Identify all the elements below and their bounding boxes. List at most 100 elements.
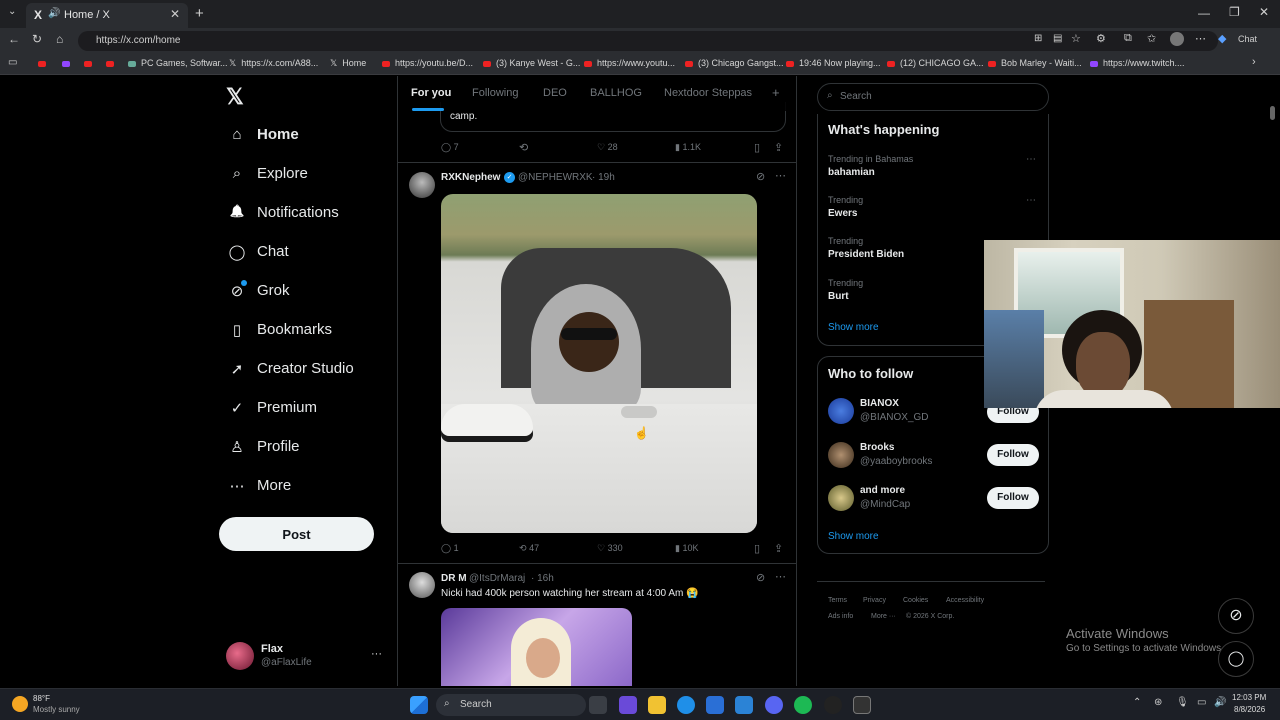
profile-avatar-icon[interactable] [1170,32,1184,46]
grok-explain-icon[interactable]: ⊘ [756,170,765,183]
tab-ballhog[interactable]: BALLHOG [590,87,642,99]
footer-ads-info-link[interactable]: Ads info [828,613,853,620]
favorites-icon[interactable]: ✩ [1147,32,1156,45]
chat-label[interactable]: Chat [1238,34,1257,44]
bookmark-item[interactable]: https://www.youtu... [584,58,675,68]
post-author-name[interactable]: DR M [441,573,467,584]
repost-icon[interactable]: ⟲ [519,141,528,154]
grok-float-icon[interactable]: ⊘ [1218,598,1254,634]
account-switcher[interactable]: Flax @aFlaxLife ··· [226,640,396,672]
tab-deo[interactable]: DEO [543,87,567,99]
tab-close-icon[interactable]: ✕ [170,7,180,21]
x-logo-icon[interactable]: 𝕏 [226,84,244,110]
trend-name[interactable]: President Biden [828,249,904,260]
bookmark-item[interactable]: (3) Kanye West - G... [483,58,580,68]
favorite-star-icon[interactable]: ☆ [1071,32,1081,45]
bookmark-item[interactable]: https://www.twitch.... [1090,58,1185,68]
add-tab-plus-icon[interactable]: + [772,85,780,100]
follow-suggestion-name[interactable]: Brooks [860,442,894,453]
new-tab-plus-icon[interactable]: + [195,5,204,22]
weather-sun-icon[interactable] [12,696,28,712]
bookmark-item[interactable]: 19:46 Now playing... [786,58,881,68]
footer-privacy-link[interactable]: Privacy [863,597,886,604]
mail-icon[interactable] [735,696,753,714]
bookmarks-more-chevron-icon[interactable]: › [1252,56,1256,68]
bookmark-item[interactable]: (3) Chicago Gangst... [685,58,784,68]
post-author-name[interactable]: RXKNephew [441,172,500,183]
bookmark-youtube-3[interactable] [106,58,119,68]
repost-button[interactable]: ⟲ 47 [519,543,539,554]
app-available-icon[interactable]: ⊞ [1034,33,1042,44]
maximize-icon[interactable]: ❐ [1229,5,1240,19]
show-more-follow-link[interactable]: Show more [828,531,879,542]
url-input[interactable]: https://x.com/home [78,31,1218,51]
bookmark-icon[interactable]: ▯ [754,141,760,154]
store-icon[interactable] [706,696,724,714]
bookmark-item[interactable]: PC Games, Softwar... [128,58,228,68]
footer-more-link[interactable]: More ··· [871,613,896,620]
reply-button[interactable]: ◯ 1 [441,543,459,554]
taskbar-date[interactable]: 8/8/2026 [1234,705,1265,714]
grok-explain-icon[interactable]: ⊘ [756,571,765,584]
tray-chevron-icon[interactable]: ⌃ [1133,697,1141,708]
taskbar-search-input[interactable]: ⌕ Search [436,694,586,716]
bookmark-icon[interactable]: ▯ [754,542,760,555]
epic-games-icon[interactable] [853,696,871,714]
account-more-icon[interactable]: ··· [371,648,382,660]
share-icon[interactable]: ⇪ [774,542,783,555]
trend-name[interactable]: bahamian [828,167,875,178]
show-more-trends-link[interactable]: Show more [828,322,879,333]
avatar[interactable] [828,485,854,511]
back-arrow-icon[interactable]: ← [8,32,20,46]
copilot-icon[interactable]: ◆ [1218,32,1226,45]
bookmark-item[interactable]: Bob Marley - Waiti... [988,58,1082,68]
microphone-icon[interactable]: 🎙 [1176,697,1189,708]
minimize-icon[interactable]: — [1198,6,1210,20]
post-author-handle[interactable]: @ItsDrMaraj [469,573,525,584]
extensions-icon[interactable]: ⚙ [1096,32,1106,45]
post-button[interactable]: Post [219,517,374,551]
follow-suggestion-name[interactable]: and more [860,485,905,496]
tab-for-you[interactable]: For you [411,87,451,99]
network-icon[interactable]: ▭ [1197,697,1206,708]
tray-app-icon[interactable]: ⊛ [1154,697,1162,708]
avatar[interactable] [828,398,854,424]
tab-nextdoor-steppas[interactable]: Nextdoor Steppas [664,87,752,99]
bookmark-item[interactable]: 𝕏https://x.com/A88... [229,58,318,69]
tab-following[interactable]: Following [472,87,518,99]
reply-button[interactable]: ◯ 7 [441,142,459,153]
post-image-media[interactable] [441,608,632,686]
task-view-icon[interactable] [589,696,607,714]
bookmark-item[interactable]: https://youtu.be/D... [382,58,473,68]
tab-actions-chevron-icon[interactable]: ⌄ [8,6,16,17]
speaker-icon[interactable]: 🔊 [48,8,60,19]
spotify-icon[interactable] [794,696,812,714]
reader-icon[interactable]: ▤ [1053,33,1062,44]
post-author-handle[interactable]: @NEPHEWRXK [518,172,593,183]
post-more-icon[interactable]: ⋯ [775,570,786,583]
follow-button[interactable]: Follow [987,487,1039,509]
avatar[interactable] [828,442,854,468]
windows-start-icon[interactable] [410,696,428,714]
bookmark-item[interactable]: (12) CHICAGO GA... [887,58,984,68]
bookmark-item[interactable]: 𝕏 Home [330,58,366,69]
bookmark-youtube-1[interactable] [38,58,51,68]
views-button[interactable]: ▮ 10K [675,543,698,554]
trend-more-icon[interactable]: ⋯ [1026,195,1036,206]
avatar[interactable] [409,172,435,198]
footer-accessibility-link[interactable]: Accessibility [946,597,984,604]
search-input[interactable]: ⌕ Search [817,83,1049,111]
like-button[interactable]: ♡ 28 [597,142,618,153]
bookmark-youtube-2[interactable] [84,58,97,68]
follow-button[interactable]: Follow [987,444,1039,466]
bookmark-twitch[interactable] [62,58,75,68]
refresh-icon[interactable]: ↻ [32,32,42,46]
weather-temperature[interactable]: 88°F [33,694,50,703]
edge-browser-icon[interactable] [677,696,695,714]
page-scrollbar-thumb[interactable] [1270,106,1275,120]
home-icon[interactable]: ⌂ [56,32,63,46]
share-icon[interactable]: ⇪ [774,141,783,154]
avatar[interactable] [409,572,435,598]
discord-icon[interactable] [765,696,783,714]
post-video-media[interactable] [441,194,757,533]
